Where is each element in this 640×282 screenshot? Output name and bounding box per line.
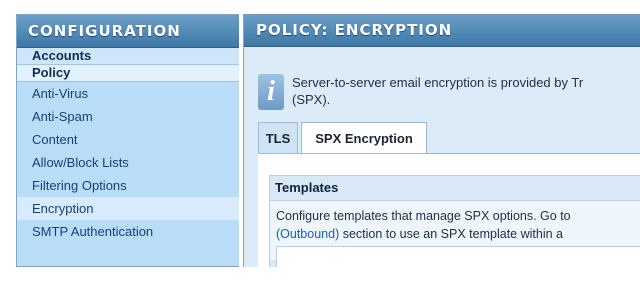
tab-spx-encryption[interactable]: SPX Encryption [301, 122, 427, 154]
info-text: Server-to-server email encryption is pro… [292, 74, 640, 108]
templates-list [276, 246, 640, 267]
sidebar-item-allow-block-lists[interactable]: Allow/Block Lists [17, 151, 239, 174]
templates-desc-line-2: (Outbound) section to use an SPX templat… [276, 225, 640, 243]
sidebar-title: CONFIGURATION [17, 15, 239, 48]
sidebar: CONFIGURATION Accounts Policy Anti-Virus… [16, 14, 239, 267]
info-icon: i [258, 74, 284, 110]
tab-content: Templates Configure templates that manag… [258, 153, 640, 267]
info-message: i Server-to-server email encryption is p… [258, 70, 640, 110]
sidebar-items: Anti-Virus Anti-Spam Content Allow/Block… [17, 82, 239, 243]
info-line-2: (SPX). [292, 92, 331, 107]
sidebar-item-anti-virus[interactable]: Anti-Virus [17, 82, 239, 105]
templates-panel: Templates Configure templates that manag… [269, 175, 640, 267]
info-line-1: Server-to-server email encryption is pro… [292, 75, 584, 90]
sidebar-item-filtering-options[interactable]: Filtering Options [17, 174, 239, 197]
page-title: POLICY: ENCRYPTION [244, 14, 640, 47]
sidebar-item-anti-spam[interactable]: Anti-Spam [17, 105, 239, 128]
templates-title: Templates [275, 180, 339, 195]
templates-desc-line-2-rest: section to use an SPX template within a [339, 227, 563, 241]
main-panel: POLICY: ENCRYPTION i Server-to-server em… [243, 14, 640, 267]
sidebar-item-smtp-authentication[interactable]: SMTP Authentication [17, 220, 239, 243]
tab-tls[interactable]: TLS [258, 122, 298, 154]
templates-desc-line-1: Configure templates that manage SPX opti… [276, 209, 571, 223]
sidebar-section-accounts[interactable]: Accounts [17, 48, 239, 65]
sidebar-item-encryption[interactable]: Encryption [17, 197, 239, 220]
outbound-link[interactable]: (Outbound) [276, 227, 339, 241]
sidebar-section-policy[interactable]: Policy [17, 65, 239, 82]
sidebar-item-content[interactable]: Content [17, 128, 239, 151]
tab-bar: TLS SPX Encryption [258, 122, 640, 154]
